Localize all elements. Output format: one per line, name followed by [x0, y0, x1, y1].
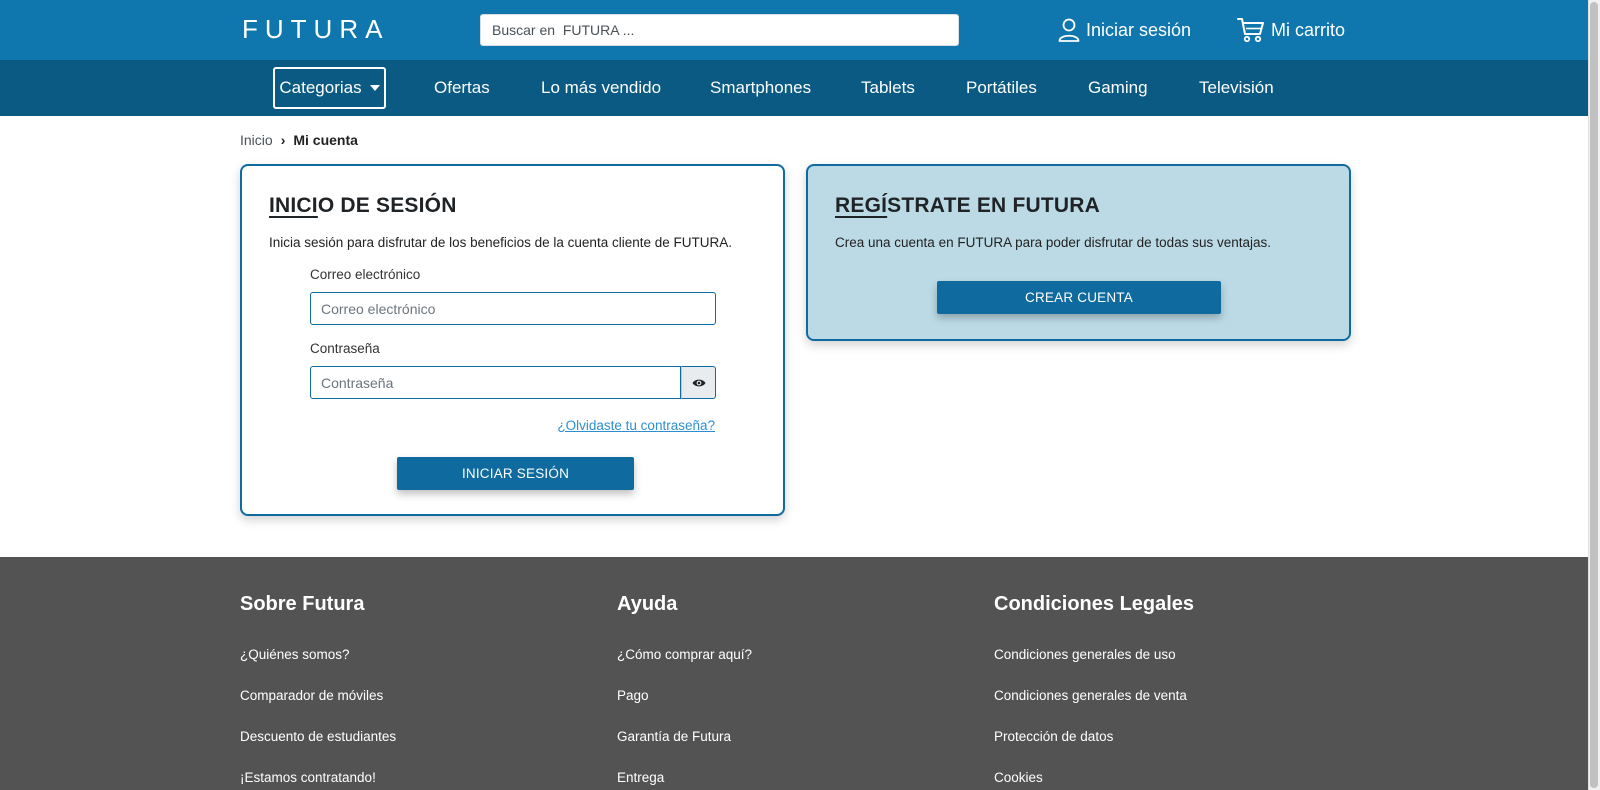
- site-logo[interactable]: FUTURA: [242, 14, 389, 45]
- footer-link[interactable]: Protección de datos: [994, 729, 1113, 744]
- footer-link[interactable]: Cookies: [994, 770, 1043, 785]
- breadcrumb-current: Mi cuenta: [293, 132, 358, 148]
- cart-link[interactable]: Mi carrito: [1237, 16, 1345, 44]
- nav-item-lo-mas-vendido[interactable]: Lo más vendido: [541, 76, 661, 100]
- breadcrumb-separator: ›: [280, 132, 286, 148]
- scrollbar-thumb[interactable]: [1590, 2, 1598, 788]
- login-link[interactable]: Iniciar sesión: [1058, 16, 1191, 44]
- footer-link[interactable]: Entrega: [617, 770, 664, 785]
- login-submit-button[interactable]: INICIAR SESIÓN: [397, 457, 634, 490]
- register-card: REGÍSTRATE EN FUTURA Crea una cuenta en …: [806, 164, 1351, 341]
- eye-icon: [692, 379, 705, 386]
- nav-item-television[interactable]: Televisión: [1199, 76, 1274, 100]
- cart-icon: [1237, 18, 1264, 43]
- footer-heading: Sobre Futura: [240, 593, 365, 615]
- register-title: REGÍSTRATE EN FUTURA: [835, 194, 1100, 217]
- email-field[interactable]: [310, 292, 716, 325]
- footer-heading: Condiciones Legales: [994, 593, 1195, 615]
- footer-link[interactable]: Garantía de Futura: [617, 729, 731, 744]
- cart-label: Mi carrito: [1271, 19, 1346, 40]
- footer-link[interactable]: Condiciones generales de venta: [994, 688, 1187, 703]
- user-icon: [1058, 18, 1080, 42]
- footer-link[interactable]: ¿Cómo comprar aquí?: [617, 647, 752, 662]
- create-account-button[interactable]: CREAR CUENTA: [937, 281, 1221, 314]
- search-input[interactable]: [480, 14, 959, 46]
- footer-link[interactable]: Pago: [617, 688, 649, 703]
- nav-item-smartphones[interactable]: Smartphones: [710, 76, 811, 100]
- breadcrumb-home[interactable]: Inicio: [240, 132, 273, 148]
- nav-item-gaming[interactable]: Gaming: [1088, 76, 1148, 100]
- footer-link[interactable]: Condiciones generales de uso: [994, 647, 1176, 662]
- login-label: Iniciar sesión: [1086, 19, 1192, 40]
- nav-item-tablets[interactable]: Tablets: [861, 76, 915, 100]
- footer-heading: Ayuda: [617, 593, 678, 615]
- categories-dropdown-button[interactable]: Categorias: [273, 67, 386, 109]
- login-card: INICIO DE SESIÓN Inicia sesión para disf…: [240, 164, 785, 516]
- footer: Sobre Futura ¿Quiénes somos? Comparador …: [0, 557, 1600, 790]
- login-description: Inicia sesión para disfrutar de los bene…: [269, 235, 732, 250]
- toggle-password-button[interactable]: [681, 366, 716, 399]
- password-field[interactable]: [310, 366, 681, 399]
- forgot-password-link[interactable]: ¿Olvidaste tu contraseña?: [557, 418, 715, 433]
- footer-link[interactable]: ¡Estamos contratando!: [240, 770, 376, 785]
- register-description: Crea una cuenta en FUTURA para poder dis…: [835, 235, 1271, 250]
- nav-item-portatiles[interactable]: Portátiles: [966, 76, 1037, 100]
- breadcrumb: Inicio › Mi cuenta: [240, 132, 358, 148]
- caret-down-icon: [369, 85, 380, 91]
- email-label: Correo electrónico: [310, 267, 421, 282]
- footer-link[interactable]: ¿Quiénes somos?: [240, 647, 350, 662]
- footer-link[interactable]: Comparador de móviles: [240, 688, 383, 703]
- nav-item-ofertas[interactable]: Ofertas: [434, 76, 490, 100]
- categories-label: Categorias: [279, 78, 362, 97]
- login-title: INICIO DE SESIÓN: [269, 194, 457, 217]
- password-label: Contraseña: [310, 341, 380, 356]
- footer-link[interactable]: Descuento de estudiantes: [240, 729, 396, 744]
